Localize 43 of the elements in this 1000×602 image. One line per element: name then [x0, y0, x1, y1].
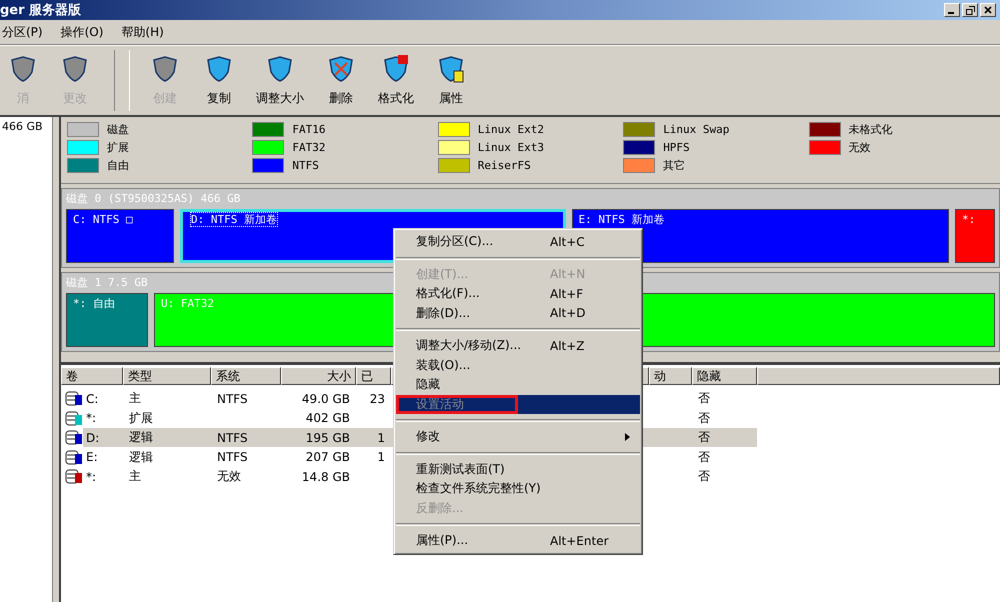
table-cell-text: NTFS: [216, 430, 249, 445]
legend-label: Linux Ext2: [478, 122, 544, 136]
legend-label: 无效: [848, 140, 871, 154]
table-cell: *:: [86, 411, 96, 426]
table-cell-text: 无效: [216, 468, 242, 486]
table-cell-text: 否: [697, 410, 711, 427]
legend-label: Linux Swap: [663, 122, 730, 136]
table-cell-text: 否: [697, 448, 711, 466]
table-cell-text: 195 GB: [304, 430, 351, 445]
legend-label: ReiserFS: [478, 158, 531, 172]
legend-label: 未格式化: [848, 122, 893, 136]
legend-label: FAT32: [292, 140, 326, 154]
disk-size-label: 466 GB: [2, 120, 43, 133]
table-cell-text: 否: [697, 429, 711, 446]
table-cell-text: 否: [697, 390, 711, 408]
table-cell-text: 23: [368, 392, 386, 406]
table-cell: C:: [86, 392, 98, 406]
legend-label: NTFS: [292, 158, 319, 172]
table-cell-text: 主: [128, 390, 142, 408]
table-cell-text: 扩展: [128, 410, 154, 427]
legend-label: 扩展: [107, 140, 129, 154]
table-cell-text: 逻辑: [128, 429, 154, 446]
table-cell: E:: [86, 450, 98, 464]
table-cell-text: 207 GB: [304, 450, 351, 464]
legend-label: HPFS: [663, 140, 690, 154]
table-cell: D:: [86, 430, 100, 445]
legend-label: Linux Ext3: [478, 140, 544, 154]
table-cell-text: NTFS: [216, 450, 249, 464]
table-cell-text: 1: [376, 430, 386, 445]
legend-label: 自由: [107, 158, 129, 172]
table-cell-text: 主: [128, 468, 142, 486]
legend-label: 其它: [663, 158, 686, 172]
legend-label: FAT16: [292, 122, 326, 136]
table-cell-text: 49.0 GB: [300, 392, 351, 406]
table-cell-text: 402 GB: [304, 411, 351, 426]
table-cell-text: 14.8 GB: [300, 470, 351, 484]
table-cell-text: 否: [697, 468, 711, 486]
table-cell-text: 逻辑: [128, 448, 154, 466]
table-cell: *:: [86, 470, 96, 484]
legend-label: 磁盘: [107, 122, 129, 136]
table-cell-text: NTFS: [216, 392, 249, 406]
table-cell-text: 1: [376, 450, 386, 464]
window-title: ger 服务器版: [0, 2, 82, 19]
